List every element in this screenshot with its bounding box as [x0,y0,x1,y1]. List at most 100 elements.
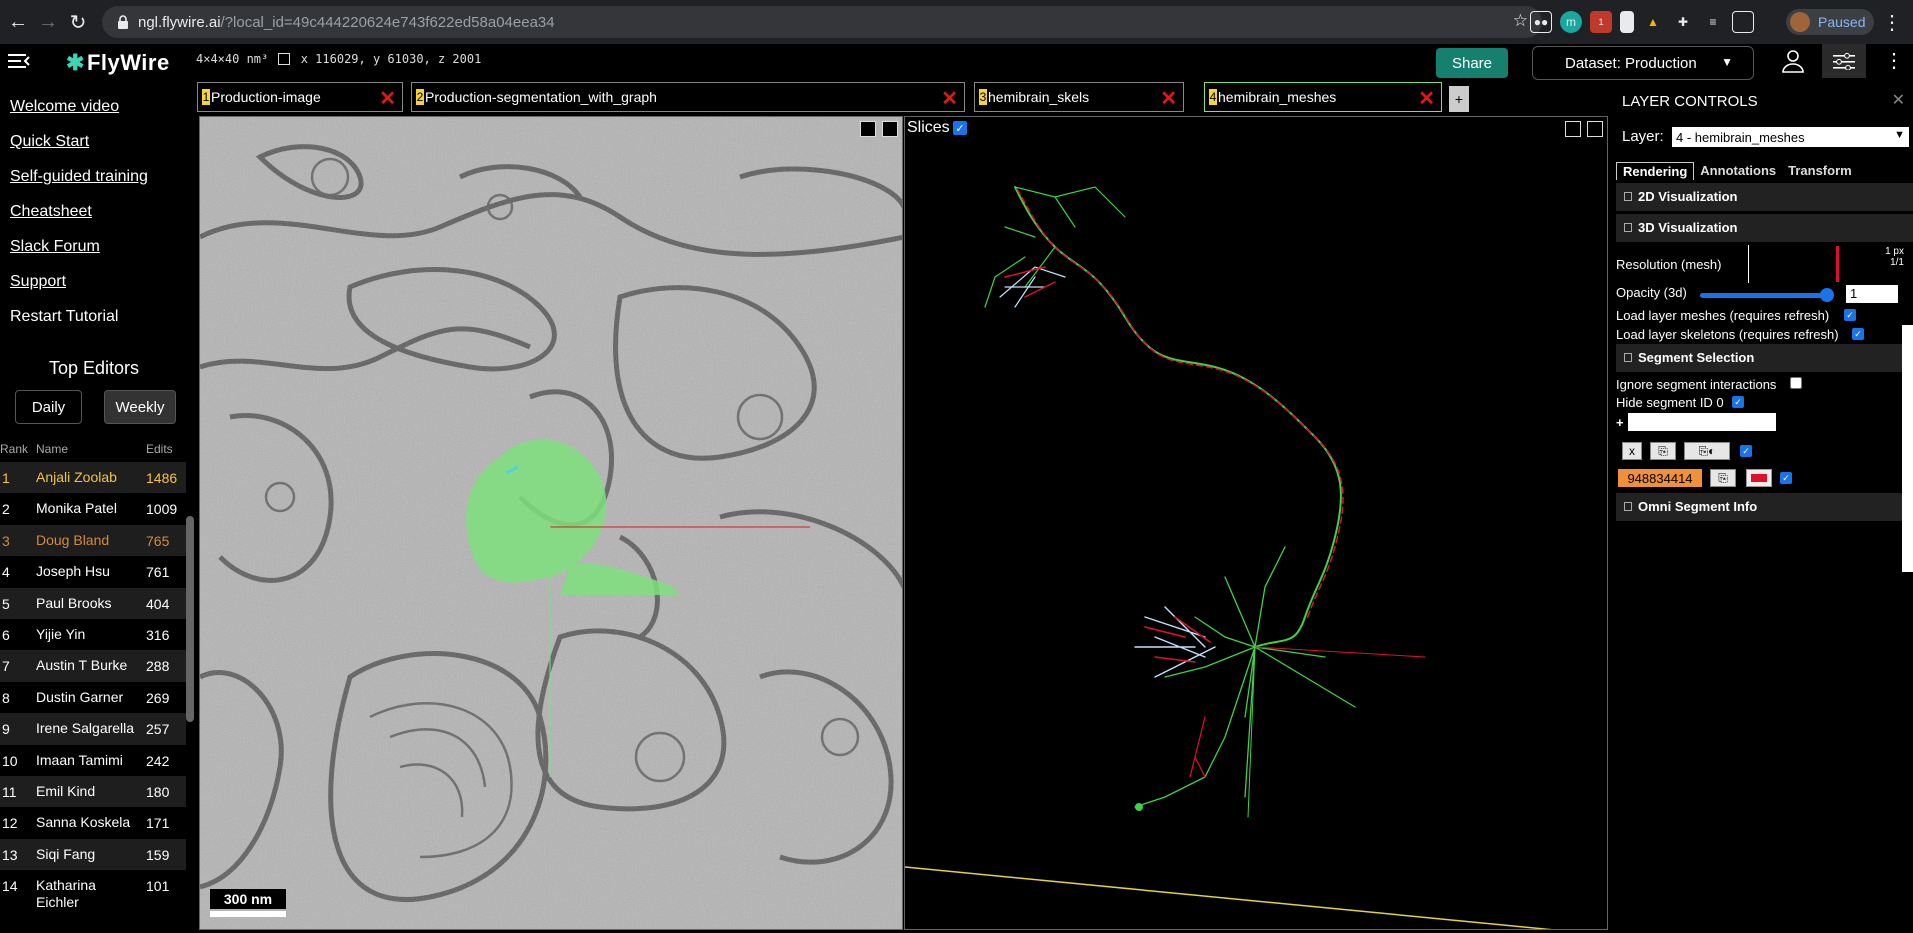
close-icon[interactable]: ✕ [1418,86,1435,111]
leaderboard-scrollbar[interactable] [186,516,194,722]
extension-m-icon[interactable]: m [1560,11,1582,33]
slices-checkbox[interactable]: ✓ [953,121,967,135]
reload-icon[interactable]: ↻ [64,8,92,36]
scalebar: 300 nm [210,889,286,917]
extensions-puzzle-icon[interactable]: ✚ [1672,11,1694,33]
restart-tutorial-button[interactable]: Restart Tutorial [10,308,118,326]
layer-name: hemibrain_meshes [1218,89,1337,105]
section-segment-selection[interactable]: Segment Selection [1616,344,1913,372]
leaderboard-row: 3 Doug Bland 765 [0,524,186,557]
add-segment-input[interactable] [1628,413,1776,431]
tab-transform[interactable]: Transform [1782,162,1858,180]
layer-tab-production-segmentation[interactable]: 2 Production-segmentation_with_graph ✕ [411,82,965,112]
panel-expand-icon[interactable] [1587,121,1603,137]
opacity-slider-thumb[interactable] [1820,288,1834,302]
edit-count: 761 [146,564,170,581]
extension-eyes-icon[interactable]: ●● [1530,11,1552,33]
opacity-input[interactable]: 1 [1846,285,1898,303]
copy-segments-icon[interactable]: ⎘ [1650,442,1676,460]
reading-list-icon[interactable]: ≡ [1702,11,1724,33]
rank: 2 [2,501,10,518]
panel-maximize-icon[interactable] [1565,121,1581,137]
extension-doc-icon[interactable] [1620,11,1634,33]
em-image [200,117,902,929]
extension-tray: ●● m 1 ▲ ✚ ≡ [1530,8,1754,36]
resolution-label: Resolution (mesh) [1616,257,1722,272]
share-button[interactable]: Share [1436,48,1508,78]
layer-controls-scrollbar[interactable] [1902,325,1913,572]
weekly-button[interactable]: Weekly [104,390,176,424]
layer-controls-tabs: Rendering Annotations Transform [1616,162,1858,180]
user-icon[interactable] [1780,48,1806,74]
leaderboard-row: 11 Emil Kind 180 [0,775,186,808]
close-icon[interactable]: ✕ [1892,90,1905,110]
segment-color-picker[interactable] [1746,469,1772,487]
ignore-interactions-checkbox[interactable] [1790,377,1802,389]
link-self-guided-training[interactable]: Self-guided training [10,168,148,186]
layer-controls-title: LAYER CONTROLS [1622,93,1758,110]
bookmark-star-icon[interactable]: ☆ [1513,11,1528,31]
edit-count: 269 [146,689,170,706]
tab-annotations[interactable]: Annotations [1694,162,1782,180]
sidepanel-icon[interactable] [1732,11,1754,33]
top-editors-title: Top Editors [48,358,140,378]
copy-position-icon[interactable] [278,53,291,65]
link-welcome-video[interactable]: Welcome video [10,98,119,116]
flywire-logo[interactable]: ✱FlyWire [66,50,170,76]
dataset-select[interactable]: Dataset: Production ▼ [1532,46,1754,80]
voxel-size: 4×4×40 nm³ [196,52,269,66]
layer-select[interactable]: 4 - hemibrain_meshes ▼ [1672,127,1909,147]
more-options-icon[interactable]: ⋮ [1884,48,1904,73]
layer-tab-hemibrain-meshes[interactable]: 4 hemibrain_meshes ✕ [1204,82,1442,112]
back-icon[interactable]: ← [4,8,32,36]
section-title: Omni Segment Info [1638,499,1758,514]
panel-expand-icon[interactable] [882,121,898,137]
daily-button[interactable]: Daily [15,390,82,424]
close-icon[interactable]: ✕ [379,86,396,111]
logo-text: FlyWire [86,50,170,75]
edit-count: 180 [146,783,170,800]
forward-icon[interactable]: → [34,8,62,36]
layer-tab-hemibrain-skels[interactable]: 3 hemibrain_skels ✕ [974,82,1184,112]
copy-visible-segments-icon[interactable]: ⎘◐ [1684,442,1730,460]
close-icon[interactable]: ✕ [1160,86,1177,111]
close-icon[interactable]: ✕ [941,86,958,111]
section-3d-visualization[interactable]: 3D Visualization [1616,214,1913,242]
link-slack-forum[interactable]: Slack Forum [10,238,100,256]
hide-segment-zero-checkbox[interactable]: ✓ [1732,396,1744,408]
extension-pin-icon[interactable]: ▲ [1642,11,1664,33]
segment-id-chip[interactable]: 948834414 [1618,469,1702,487]
load-skeletons-checkbox[interactable]: ✓ [1852,328,1864,340]
segment-visible-checkbox[interactable]: ✓ [1780,472,1792,484]
section-omni-segment-info[interactable]: Omni Segment Info [1616,493,1913,521]
link-support[interactable]: Support [10,273,66,291]
layer-settings-icon[interactable] [1822,44,1866,78]
clear-segments-button[interactable]: x [1622,442,1642,460]
profile-button[interactable]: Paused [1786,9,1874,35]
load-meshes-checkbox[interactable]: ✓ [1844,309,1856,321]
3d-view[interactable]: Slices ✓ [904,116,1608,930]
resolution-value-b: 1/1 [1890,257,1904,268]
extension-badge-icon[interactable]: 1 [1590,11,1612,33]
add-layer-button[interactable]: + [1449,86,1469,112]
tab-rendering[interactable]: Rendering [1616,162,1695,180]
copy-segment-id-icon[interactable]: ⎘ [1710,469,1736,487]
em-slice-view[interactable]: 300 nm [199,116,903,930]
opacity-slider[interactable] [1700,293,1824,298]
panel-maximize-icon[interactable] [860,121,876,137]
browser-toolbar: ← → ↻ ngl.flywire.ai/?local_id=49c444220… [0,0,1913,44]
collapse-icon [1624,192,1632,201]
menu-toggle-icon[interactable] [8,51,30,71]
layer-controls-panel: LAYER CONTROLS ✕ Layer: 4 - hemibrain_me… [1612,80,1913,933]
link-quick-start[interactable]: Quick Start [10,133,89,151]
layer-number: 4 [1209,89,1217,105]
edit-count: 101 [146,878,170,895]
address-bar[interactable]: ngl.flywire.ai/?local_id=49c444220624e74… [102,6,1542,38]
section-2d-visualization[interactable]: 2D Visualization [1616,183,1913,211]
browser-menu-icon[interactable]: ⋮ [1882,10,1902,35]
rank: 8 [2,689,10,706]
all-segments-checkbox[interactable]: ✓ [1740,445,1752,457]
link-cheatsheet[interactable]: Cheatsheet [10,203,92,221]
editor-name: Austin T Burke [36,657,128,674]
layer-tab-production-image[interactable]: 1 Production-image ✕ [197,82,403,112]
